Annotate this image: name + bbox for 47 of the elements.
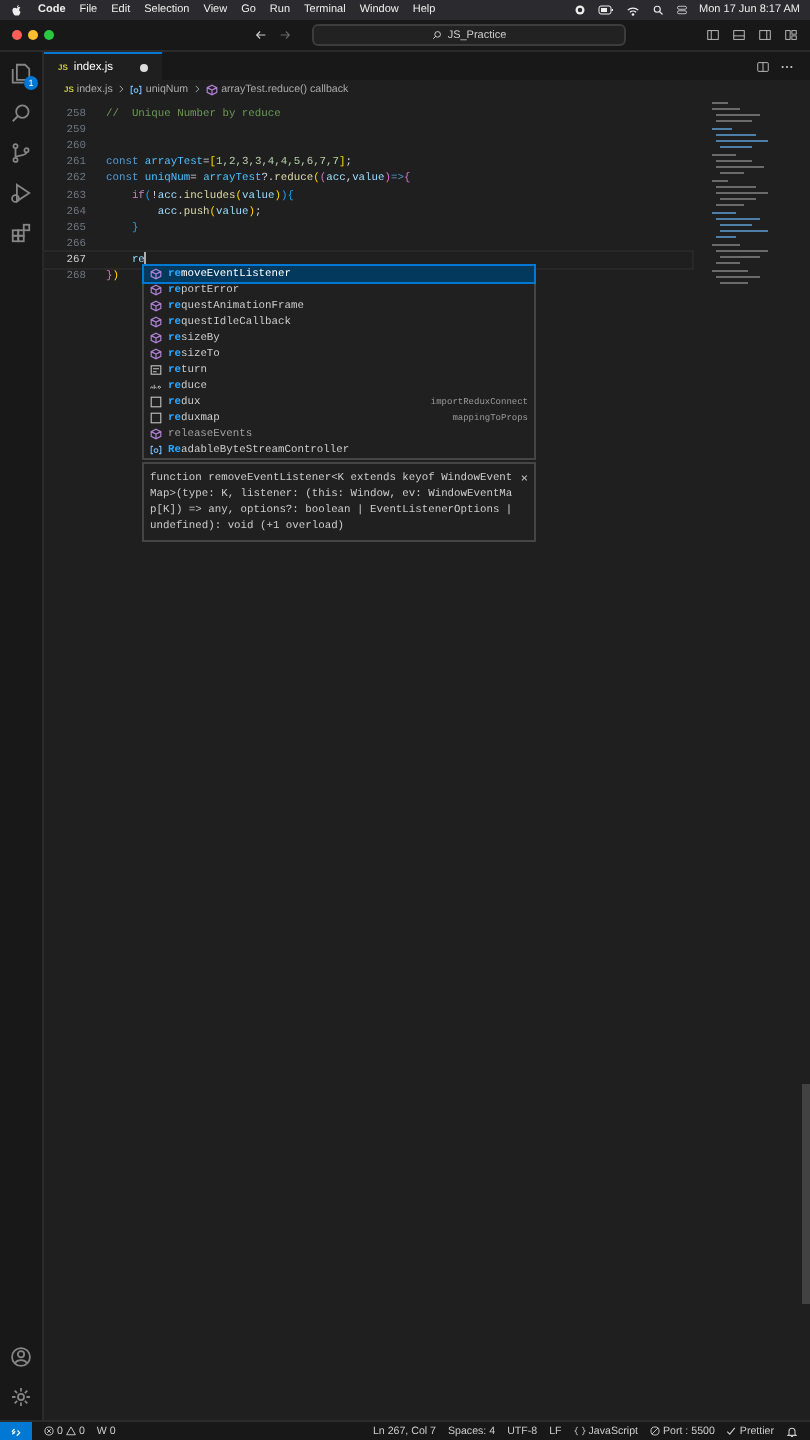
- battery-icon[interactable]: [597, 2, 614, 18]
- source-control-icon[interactable]: [10, 142, 32, 164]
- settings-icon[interactable]: [10, 1386, 32, 1408]
- forward-arrow-icon[interactable]: [278, 28, 292, 42]
- run-debug-icon[interactable]: [10, 182, 32, 204]
- apple-logo-icon[interactable]: [10, 3, 24, 17]
- panel-toggle-icon[interactable]: [732, 28, 746, 42]
- variable-icon: [150, 444, 162, 456]
- warning-icon: [65, 1426, 76, 1436]
- word-icon: [150, 380, 162, 392]
- layout-icon[interactable]: [784, 28, 798, 42]
- error-icon: [44, 1426, 54, 1436]
- braces-icon: [573, 1426, 586, 1436]
- cube-icon: [150, 428, 162, 440]
- bell-icon[interactable]: [786, 1425, 798, 1437]
- wifi-icon[interactable]: [625, 3, 640, 17]
- zoom-window-button[interactable]: [44, 30, 54, 40]
- extensions-icon[interactable]: [10, 222, 32, 244]
- record-icon[interactable]: [573, 4, 586, 16]
- remote-button[interactable]: [0, 1422, 32, 1440]
- scrollbar-thumb[interactable]: [802, 1084, 810, 1304]
- sidebar-toggle-icon[interactable]: [706, 28, 720, 42]
- split-editor-icon[interactable]: [756, 59, 770, 73]
- chevron-icon: [116, 84, 127, 94]
- account-icon[interactable]: [10, 1346, 32, 1368]
- keyword-icon: [150, 364, 162, 376]
- files-icon[interactable]: [10, 62, 32, 84]
- minimize-window-button[interactable]: [28, 30, 38, 40]
- chevron-icon: [192, 84, 203, 94]
- cube-icon: [150, 300, 162, 312]
- cube-icon: [150, 316, 162, 328]
- cube-icon: [206, 83, 219, 95]
- back-arrow-icon[interactable]: [254, 28, 268, 42]
- secondary-sidebar-icon[interactable]: [758, 28, 772, 42]
- control-center-icon[interactable]: [675, 4, 688, 16]
- search-icon[interactable]: [651, 4, 664, 16]
- variable-icon: [130, 83, 143, 95]
- search-icon: [431, 30, 442, 40]
- no-entry-icon: [650, 1426, 660, 1436]
- cube-icon: [150, 284, 162, 296]
- cube-icon: [150, 332, 162, 344]
- check-icon: [726, 1426, 737, 1436]
- remote-icon: [10, 1425, 22, 1437]
- search-icon[interactable]: [10, 102, 32, 124]
- cube-icon: [150, 348, 162, 360]
- cube-icon: [150, 268, 162, 280]
- close-window-button[interactable]: [12, 30, 22, 40]
